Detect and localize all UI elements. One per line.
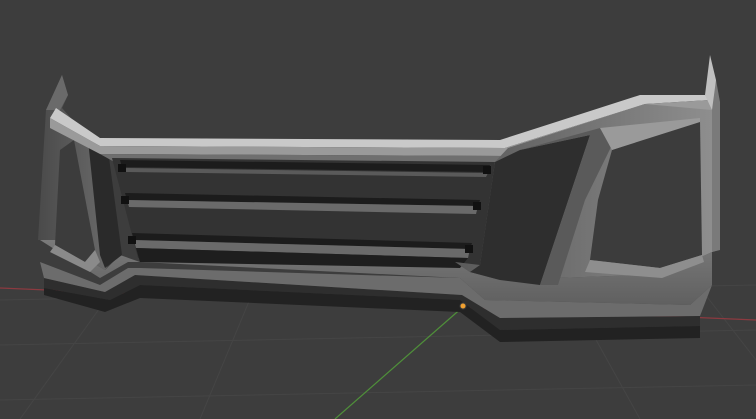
object-origin-point[interactable] bbox=[459, 302, 467, 310]
right-top-cap-side bbox=[712, 80, 720, 252]
3d-viewport[interactable] bbox=[0, 0, 756, 419]
viewport-canvas[interactable] bbox=[0, 0, 756, 419]
bumper-mesh[interactable] bbox=[38, 55, 720, 342]
left-top-cap bbox=[46, 75, 68, 110]
y-axis-line bbox=[334, 305, 465, 419]
